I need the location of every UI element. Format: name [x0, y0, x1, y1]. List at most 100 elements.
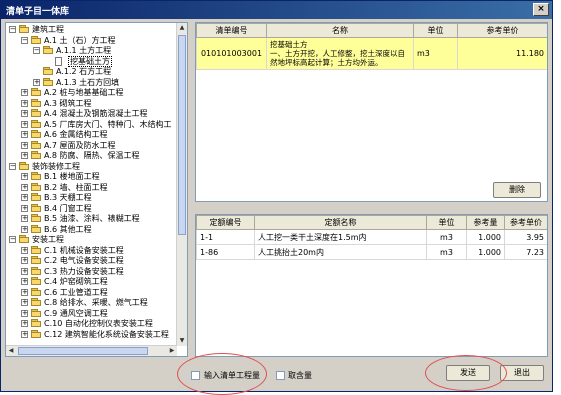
bill-name-cell: 挖基础土方 一、土方开挖，人工修整，挖土深度以自然地坪标高起计算；土方均外运。: [266, 37, 414, 70]
tree-node[interactable]: + C.10 自动化控制仪表安装工程: [6, 318, 177, 329]
tree-node-label: B.1 楼地面工程: [44, 172, 100, 181]
tree-node[interactable]: + B.1 楼地面工程: [6, 171, 177, 182]
expand-icon[interactable]: +: [21, 257, 28, 264]
send-button[interactable]: 发送: [446, 365, 490, 381]
tree-node-label: B.5 油漆、涂料、裱糊工程: [44, 214, 140, 223]
expand-icon[interactable]: +: [33, 78, 40, 86]
tree-node[interactable]: + A.6 金属结构工程: [6, 129, 177, 140]
expand-icon[interactable]: +: [21, 99, 28, 107]
column-header[interactable]: 单位: [426, 215, 467, 230]
take-qty-checkbox[interactable]: [276, 371, 285, 380]
expand-icon[interactable]: +: [21, 173, 28, 180]
tree-node[interactable]: + B.4 门窗工程: [6, 203, 177, 214]
tree-node[interactable]: + C.3 热力设备安装工程: [6, 266, 177, 277]
window-title: 清单子目一体库: [6, 7, 70, 17]
scroll-down-arrow-icon[interactable]: ▼: [177, 336, 187, 346]
tree-node[interactable]: + A.3 砌筑工程: [6, 98, 177, 109]
expand-icon[interactable]: +: [21, 152, 28, 159]
tree-node[interactable]: + C.1 机械设备安装工程: [6, 245, 177, 256]
tree-node[interactable]: 挖基础土方: [6, 55, 177, 67]
expand-icon[interactable]: +: [21, 330, 28, 338]
scroll-right-arrow-icon[interactable]: ▶: [167, 346, 177, 356]
expand-icon[interactable]: +: [21, 141, 28, 149]
quota-price-cell: 7.23: [504, 244, 547, 260]
tree-vertical-scrollbar[interactable]: ▲ ▼: [176, 23, 187, 346]
tree-node-label: A.4 混凝土及钢筋混凝土工程: [44, 109, 148, 118]
collapse-icon[interactable]: −: [21, 36, 28, 44]
column-header[interactable]: 名称: [266, 23, 414, 38]
exit-button[interactable]: 退出: [500, 365, 544, 381]
expand-icon[interactable]: +: [21, 215, 28, 222]
tree-node[interactable]: + A.5 厂库房大门、特种门、木结构工: [6, 119, 177, 130]
tree-node-label: C.2 电气设备安装工程: [44, 256, 124, 265]
expand-icon[interactable]: +: [21, 299, 28, 306]
tree-node[interactable]: + C.12 建筑智能化系统设备安装工程: [6, 329, 177, 340]
expand-icon[interactable]: +: [21, 183, 28, 191]
tree-node[interactable]: A.1.2 石方工程: [6, 66, 177, 77]
tree-node[interactable]: + B.5 油漆、涂料、裱糊工程: [6, 213, 177, 224]
column-header[interactable]: 参考单价: [504, 215, 547, 230]
bill-price-cell: 11.180: [457, 37, 547, 70]
column-header[interactable]: 参考单价: [457, 23, 547, 38]
tree-node[interactable]: + B.3 天棚工程: [6, 192, 177, 203]
collapse-icon[interactable]: −: [33, 47, 40, 54]
folder-icon: [31, 109, 41, 117]
expand-icon[interactable]: +: [21, 246, 28, 254]
collapse-icon[interactable]: −: [9, 236, 16, 243]
table-row[interactable]: 1-86 人工挑抬土20m内 m3 1.000 7.23: [196, 244, 547, 260]
bill-code-cell: 010101003001: [196, 37, 267, 70]
tree-node[interactable]: + C.6 工业管道工程: [6, 287, 177, 298]
tree-node[interactable]: + A.4 混凝土及钢筋混凝土工程: [6, 108, 177, 119]
tree-node[interactable]: − 安装工程: [6, 234, 177, 245]
quota-table: 定额编号 定额名称 单位 参考量 参考单价 1-1 人工挖一类干土深度在1.5m…: [196, 215, 547, 260]
tree-node[interactable]: + C.2 电气设备安装工程: [6, 255, 177, 266]
tree-node[interactable]: − A.1 土（石）方工程: [6, 35, 177, 46]
delete-button[interactable]: 删除: [493, 182, 541, 198]
tree-node[interactable]: + C.4 炉窑砌筑工程: [6, 276, 177, 287]
expand-icon[interactable]: +: [21, 110, 28, 117]
tree-horizontal-scrollbar[interactable]: ◀ ▶: [6, 345, 177, 356]
tree-node[interactable]: − 建筑工程: [6, 24, 177, 35]
expand-icon[interactable]: +: [21, 131, 28, 138]
close-button[interactable]: ×: [533, 3, 549, 16]
tree-node[interactable]: − A.1.1 土方工程: [6, 45, 177, 56]
collapse-icon[interactable]: −: [9, 26, 16, 33]
tree-node[interactable]: + C.9 通风空调工程: [6, 308, 177, 319]
expand-icon[interactable]: +: [21, 320, 28, 327]
collapse-icon[interactable]: −: [9, 162, 16, 170]
tree-node[interactable]: + C.8 给排水、采暖、燃气工程: [6, 297, 177, 308]
tree-node-label: C.6 工业管道工程: [44, 287, 108, 297]
folder-icon: [31, 172, 41, 180]
tree-node[interactable]: + A.8 防腐、隔热、保温工程: [6, 150, 177, 161]
input-qty-checkbox[interactable]: [191, 371, 200, 380]
scroll-thumb[interactable]: [18, 347, 148, 355]
expand-icon[interactable]: +: [21, 309, 28, 317]
column-header[interactable]: 清单编号: [196, 23, 267, 38]
tree-node[interactable]: + A.1.3 土石方回填: [6, 77, 177, 88]
scroll-left-arrow-icon[interactable]: ◀: [6, 346, 16, 356]
column-header[interactable]: 定额编号: [196, 215, 255, 230]
tree-node[interactable]: + A.7 屋面及防水工程: [6, 140, 177, 151]
expand-icon[interactable]: +: [21, 278, 28, 285]
expand-icon[interactable]: +: [21, 194, 28, 201]
expand-icon[interactable]: +: [21, 204, 28, 212]
tree-node-label: 装饰装修工程: [32, 161, 80, 171]
scroll-up-arrow-icon[interactable]: ▲: [177, 23, 187, 33]
tree-node-label: A.6 金属结构工程: [44, 130, 108, 139]
tree-node[interactable]: + A.2 桩与地基基础工程: [6, 87, 177, 98]
column-header[interactable]: 单位: [413, 23, 458, 38]
expand-icon[interactable]: +: [21, 225, 28, 233]
expand-icon[interactable]: +: [21, 89, 28, 96]
tree-node[interactable]: − 装饰装修工程: [6, 161, 177, 172]
expand-icon[interactable]: +: [21, 267, 28, 275]
scroll-thumb[interactable]: [178, 35, 186, 235]
column-header[interactable]: 参考量: [466, 215, 505, 230]
tree-node[interactable]: + B.6 其他工程: [6, 224, 177, 235]
expand-icon[interactable]: +: [21, 288, 28, 296]
folder-icon: [31, 224, 41, 233]
table-row[interactable]: 010101003001 挖基础土方 一、土方开挖，人工修整，挖土深度以自然地坪…: [196, 37, 547, 70]
tree-node[interactable]: + B.2 墙、柱面工程: [6, 182, 177, 193]
expand-icon[interactable]: +: [21, 120, 28, 128]
column-header[interactable]: 定额名称: [254, 215, 427, 230]
table-row[interactable]: 1-1 人工挖一类干土深度在1.5m内 m3 1.000 3.95: [196, 229, 547, 245]
